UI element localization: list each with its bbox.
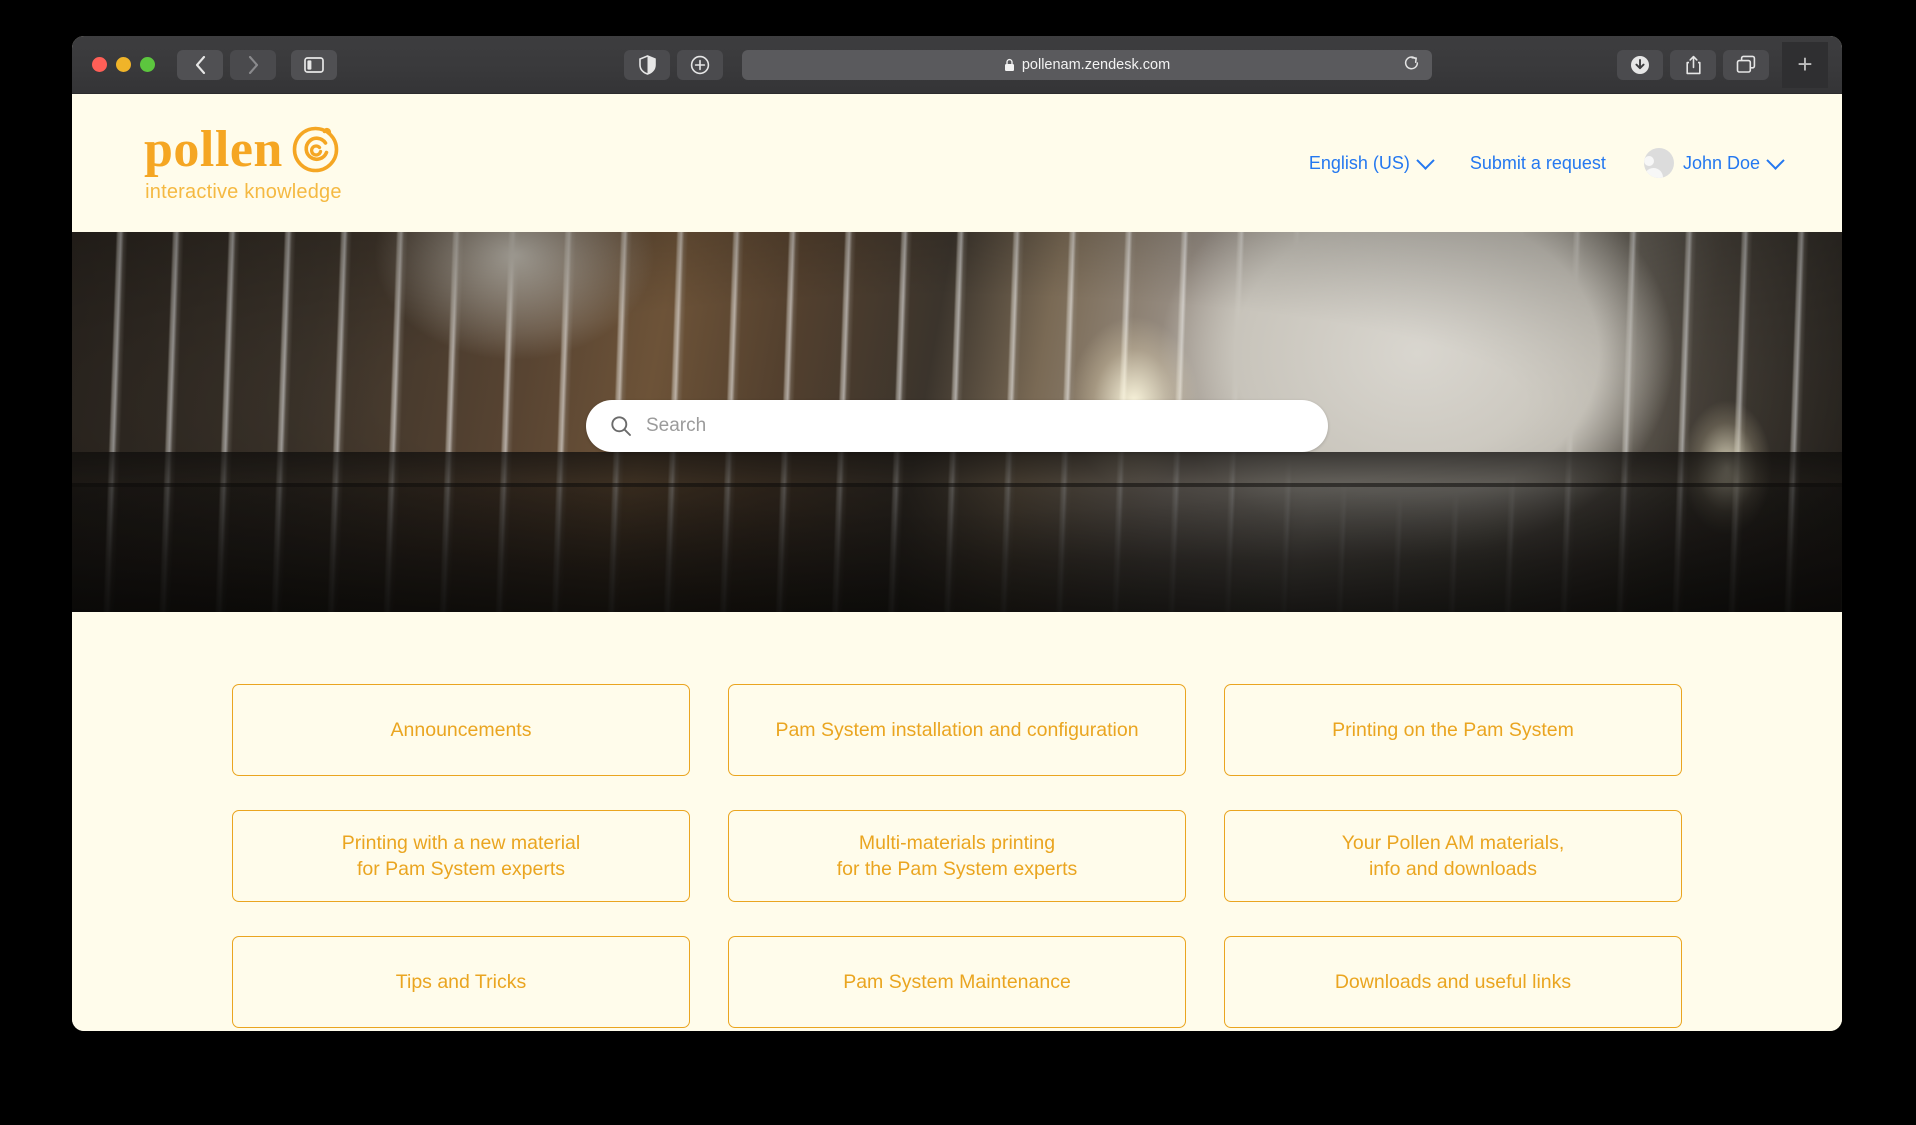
hero-banner: Search bbox=[72, 232, 1842, 612]
user-menu[interactable]: John Doe bbox=[1643, 148, 1785, 178]
category-tile[interactable]: Pam System Maintenance bbox=[728, 936, 1186, 1028]
logo-wordmark: pollen bbox=[144, 120, 283, 178]
category-tile-text: Your Pollen AM materials, info and downlo… bbox=[1341, 831, 1565, 880]
language-label: English (US) bbox=[1308, 152, 1410, 173]
submit-request-link[interactable]: Submit a request bbox=[1470, 153, 1606, 174]
share-button[interactable] bbox=[1670, 49, 1716, 80]
category-tile[interactable]: Multi-materials printing for the Pam Syst… bbox=[728, 810, 1186, 902]
back-chevron-icon bbox=[195, 55, 205, 74]
address-bar[interactable]: pollenam.zendesk.com bbox=[742, 49, 1432, 80]
toolbar-center-group: pollenam.zendesk.com bbox=[624, 49, 1432, 80]
share-icon bbox=[1685, 55, 1701, 74]
search-container: Search bbox=[586, 399, 1328, 452]
sidebar-toggle-icon bbox=[304, 56, 324, 73]
category-tile[interactable]: Pam System installation and configuratio… bbox=[728, 684, 1186, 776]
lock-icon bbox=[1004, 58, 1014, 71]
category-tile-text: Announcements bbox=[390, 718, 532, 741]
zoom-in-icon bbox=[690, 55, 710, 74]
category-tile[interactable]: Printing on the Pam System bbox=[1224, 684, 1682, 776]
close-window-button[interactable] bbox=[92, 57, 107, 72]
pollen-spiral-icon bbox=[292, 126, 339, 172]
window-controls bbox=[92, 57, 155, 72]
privacy-report-button[interactable] bbox=[624, 49, 670, 80]
new-tab-button[interactable]: + bbox=[1782, 41, 1828, 88]
back-button[interactable] bbox=[177, 49, 223, 80]
search-input[interactable]: Search bbox=[586, 399, 1328, 452]
toolbar-right-group: + bbox=[1617, 41, 1828, 88]
privacy-shield-icon bbox=[638, 54, 656, 75]
minimize-window-button[interactable] bbox=[116, 57, 131, 72]
search-icon bbox=[611, 416, 631, 436]
maximize-window-button[interactable] bbox=[140, 57, 155, 72]
user-name-label: John Doe bbox=[1682, 152, 1760, 173]
category-tile-text: Multi-materials printing for the Pam Syst… bbox=[836, 831, 1078, 880]
forward-chevron-icon bbox=[248, 55, 258, 74]
category-tile[interactable]: Your Pollen AM materials, info and downlo… bbox=[1224, 810, 1682, 902]
screen: pollenam.zendesk.com + pollen interactiv… bbox=[0, 0, 1916, 1125]
category-tile[interactable]: Downloads and useful links bbox=[1224, 936, 1682, 1028]
chevron-down-icon bbox=[1766, 150, 1785, 170]
logo-mark-row: pollen bbox=[144, 123, 343, 177]
browser-window: pollenam.zendesk.com + pollen interactiv… bbox=[72, 36, 1842, 1031]
category-tile-text: Downloads and useful links bbox=[1334, 970, 1572, 993]
category-tile-text: Pam System Maintenance bbox=[843, 970, 1071, 993]
tab-overview-button[interactable] bbox=[1723, 49, 1769, 80]
category-tile[interactable]: Tips and Tricks bbox=[232, 936, 690, 1028]
logo-tagline: interactive knowledge bbox=[145, 180, 342, 203]
navigation-buttons bbox=[177, 49, 344, 80]
category-tile[interactable]: Announcements bbox=[232, 684, 690, 776]
tab-overview-icon bbox=[1736, 55, 1756, 73]
url-display: pollenam.zendesk.com bbox=[1004, 57, 1170, 73]
reload-button[interactable] bbox=[1403, 54, 1420, 75]
sidebar-toggle-button[interactable] bbox=[291, 49, 337, 80]
browser-toolbar: pollenam.zendesk.com + bbox=[72, 36, 1842, 94]
reload-icon bbox=[1404, 55, 1419, 69]
category-tile-text: Pam System installation and configuratio… bbox=[775, 718, 1139, 741]
submit-request-label: Submit a request bbox=[1469, 152, 1606, 173]
forward-button[interactable] bbox=[230, 49, 276, 80]
category-tile-text: Printing on the Pam System bbox=[1332, 718, 1574, 741]
site-header: pollen interactive knowledge English (US… bbox=[72, 94, 1842, 232]
search-placeholder: Search bbox=[646, 414, 707, 436]
language-selector[interactable]: English (US) bbox=[1308, 150, 1435, 174]
url-text: pollenam.zendesk.com bbox=[1021, 56, 1171, 73]
category-tile-text: Tips and Tricks bbox=[395, 970, 527, 993]
category-tile-text: Printing with a new material for Pam Syst… bbox=[341, 831, 581, 880]
user-avatar-icon bbox=[1643, 148, 1674, 178]
zoom-button[interactable] bbox=[677, 49, 723, 80]
category-tile[interactable]: Printing with a new material for Pam Syst… bbox=[232, 810, 690, 902]
category-section: Announcements Pam System installation an… bbox=[72, 612, 1842, 1031]
downloads-icon bbox=[1631, 55, 1649, 74]
site-logo[interactable]: pollen interactive knowledge bbox=[144, 123, 343, 204]
chevron-down-icon bbox=[1416, 150, 1435, 170]
category-grid: Announcements Pam System installation an… bbox=[232, 684, 1682, 1028]
downloads-button[interactable] bbox=[1617, 49, 1663, 80]
header-navigation: English (US) Submit a request John Doe bbox=[1308, 148, 1785, 178]
